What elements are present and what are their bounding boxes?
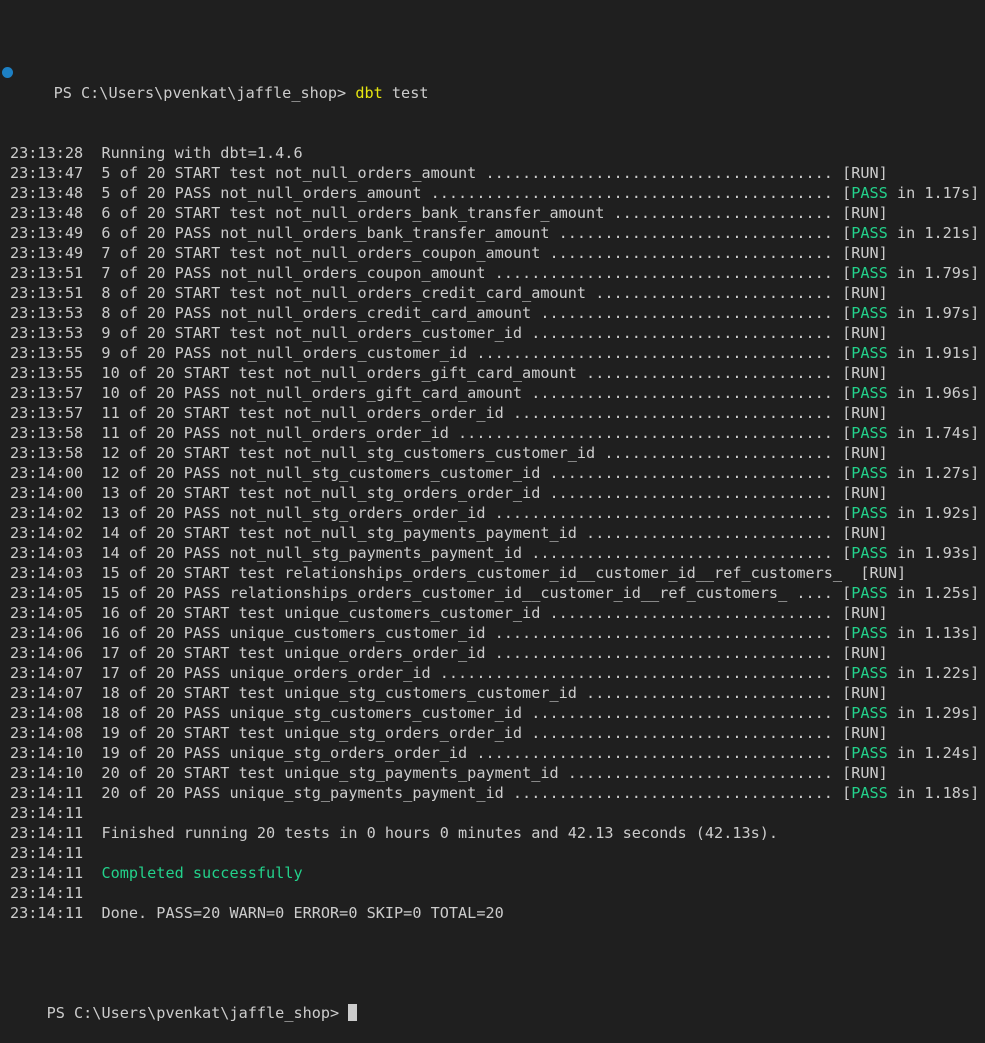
log-line: 23:13:57 10 of 20 PASS not_null_orders_g… xyxy=(10,384,980,402)
log-line: 23:14:11 xyxy=(10,884,84,902)
command-name: dbt xyxy=(355,84,383,102)
log-line: 23:14:10 19 of 20 PASS unique_stg_orders… xyxy=(10,744,980,762)
command-args: test xyxy=(382,84,429,102)
command-prompt-line: PS C:\Users\pvenkat\jaffle_shop> dbt tes… xyxy=(2,63,985,102)
log-line: 23:13:28 Running with dbt=1.4.6 xyxy=(10,144,303,162)
log-line: 23:14:05 16 of 20 START test unique_cust… xyxy=(10,604,888,622)
log-line: 23:13:49 7 of 20 START test not_null_ord… xyxy=(10,244,888,262)
log-line: 23:13:53 8 of 20 PASS not_null_orders_cr… xyxy=(10,304,980,322)
log-line: 23:13:55 10 of 20 START test not_null_or… xyxy=(10,364,888,382)
log-line: 23:14:11 Completed successfully xyxy=(10,864,303,882)
log-line: 23:13:47 5 of 20 START test not_null_ord… xyxy=(10,164,888,182)
log-line: 23:14:11 20 of 20 PASS unique_stg_paymen… xyxy=(10,784,980,802)
log-line: 23:14:03 14 of 20 PASS not_null_stg_paym… xyxy=(10,544,980,562)
log-line: 23:14:02 13 of 20 PASS not_null_stg_orde… xyxy=(10,504,980,522)
log-line: 23:13:58 11 of 20 PASS not_null_orders_o… xyxy=(10,424,980,442)
log-line: 23:14:00 13 of 20 START test not_null_st… xyxy=(10,484,888,502)
log-line: 23:13:51 7 of 20 PASS not_null_orders_co… xyxy=(10,264,980,282)
log-line: 23:14:07 17 of 20 PASS unique_orders_ord… xyxy=(10,664,980,682)
log-line: 23:14:02 14 of 20 START test not_null_st… xyxy=(10,524,888,542)
log-line: 23:14:08 19 of 20 START test unique_stg_… xyxy=(10,724,888,742)
log-line: 23:14:11 Done. PASS=20 WARN=0 ERROR=0 SK… xyxy=(10,904,504,922)
log-line: 23:14:11 xyxy=(10,804,84,822)
log-line: 23:14:07 18 of 20 START test unique_stg_… xyxy=(10,684,888,702)
log-line: 23:13:48 6 of 20 START test not_null_ord… xyxy=(10,204,888,222)
log-line: 23:14:11 xyxy=(10,844,84,862)
log-line: 23:13:49 6 of 20 PASS not_null_orders_ba… xyxy=(10,224,980,242)
log-line: 23:14:10 20 of 20 START test unique_stg_… xyxy=(10,764,888,782)
terminal-cursor[interactable] xyxy=(348,1004,358,1021)
log-line: 23:13:53 9 of 20 START test not_null_ord… xyxy=(10,324,888,342)
current-prompt-line[interactable]: PS C:\Users\pvenkat\jaffle_shop> xyxy=(10,983,985,1022)
log-line: 23:13:57 11 of 20 START test not_null_or… xyxy=(10,404,888,422)
log-line: 23:14:08 18 of 20 PASS unique_stg_custom… xyxy=(10,704,980,722)
log-line: 23:13:48 5 of 20 PASS not_null_orders_am… xyxy=(10,184,980,202)
log-line: 23:14:03 15 of 20 START test relationshi… xyxy=(10,564,907,582)
log-line: 23:13:58 12 of 20 START test not_null_st… xyxy=(10,444,888,462)
prompt-text: PS C:\Users\pvenkat\jaffle_shop> xyxy=(46,1004,349,1022)
log-lines: 23:13:28 Running with dbt=1.4.6 23:13:47 … xyxy=(10,143,985,923)
command-decoration-dot xyxy=(2,67,13,78)
log-line: 23:13:51 8 of 20 START test not_null_ord… xyxy=(10,284,888,302)
log-line: 23:13:55 9 of 20 PASS not_null_orders_cu… xyxy=(10,344,980,362)
log-line: 23:14:00 12 of 20 PASS not_null_stg_cust… xyxy=(10,464,980,482)
prompt-text: PS C:\Users\pvenkat\jaffle_shop> xyxy=(53,84,356,102)
log-line: 23:14:05 15 of 20 PASS relationships_ord… xyxy=(10,584,980,602)
log-line: 23:14:11 Finished running 20 tests in 0 … xyxy=(10,824,779,842)
log-line: 23:14:06 16 of 20 PASS unique_customers_… xyxy=(10,624,980,642)
log-line: 23:14:06 17 of 20 START test unique_orde… xyxy=(10,644,888,662)
terminal[interactable]: PS C:\Users\pvenkat\jaffle_shop> dbt tes… xyxy=(0,0,985,1022)
